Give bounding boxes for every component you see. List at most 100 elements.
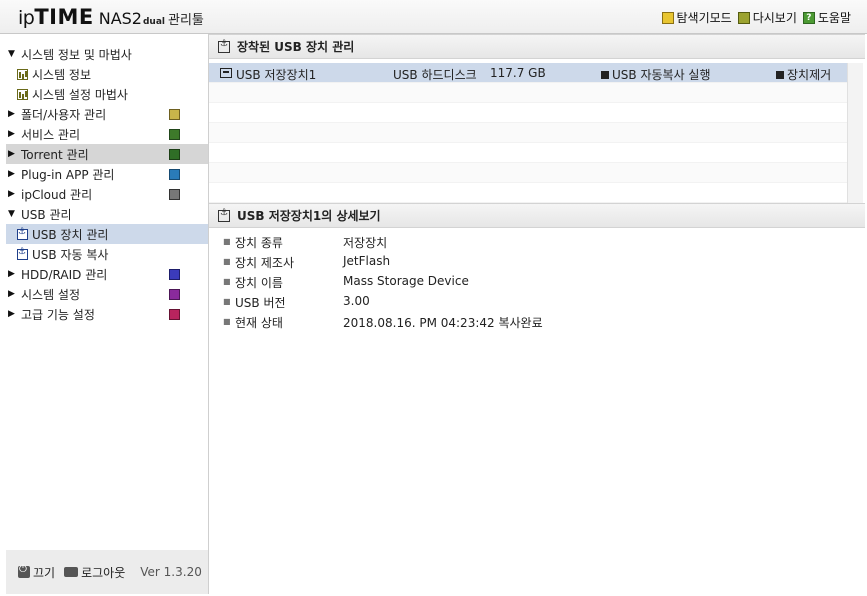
sidebar-item-service[interactable]: ▶ 서비스 관리 bbox=[6, 124, 208, 144]
sidebar-item-hdd-raid[interactable]: ▶ HDD/RAID 관리 bbox=[6, 264, 208, 284]
refresh-icon bbox=[737, 11, 750, 24]
remove-device-label: 장치제거 bbox=[787, 68, 832, 82]
collapsed-arrow-icon: ▶ bbox=[8, 149, 15, 159]
top-header: ip TIME NAS2 dual 관리툴 탐색기모드 다시보기 ? 도움말 bbox=[0, 0, 867, 34]
detail-row: ■ 현재 상태 2018.08.16. PM 04:23:42 복사완료 bbox=[223, 314, 543, 331]
service-icon bbox=[169, 128, 180, 140]
help-link[interactable]: ? 도움말 bbox=[802, 9, 851, 26]
sidebar-item-label: 시스템 설정 마법사 bbox=[32, 87, 128, 102]
sidebar-footer: 끄기 로그아웃 Ver 1.3.20 bbox=[6, 550, 208, 594]
collapsed-arrow-icon: ▶ bbox=[8, 309, 15, 319]
detail-value: 저장장치 bbox=[343, 236, 388, 250]
main-content: 장착된 USB 장치 관리 USB 저장장치1 USB 하드디스크 117.7 … bbox=[209, 34, 865, 594]
sidebar-item-usb-autocopy[interactable]: USB 자동 복사 bbox=[6, 244, 208, 264]
sidebar-item-folder-user[interactable]: ▶ 폴더/사용자 관리 bbox=[6, 104, 208, 124]
sidebar-item-setup-wizard[interactable]: 시스템 설정 마법사 bbox=[6, 84, 208, 104]
sidebar-item-system-info-wizard[interactable]: ▼ 시스템 정보 및 마법사 bbox=[6, 44, 208, 64]
empty-row bbox=[209, 143, 847, 163]
sidebar-item-system-info[interactable]: 시스템 정보 bbox=[6, 64, 208, 84]
detail-label: 장치 종류 bbox=[235, 236, 283, 250]
logout-label: 로그아웃 bbox=[81, 565, 126, 580]
detail-panel-title: USB 저장장치1의 상세보기 bbox=[209, 203, 865, 228]
detail-value: 2018.08.16. PM 04:23:42 복사완료 bbox=[343, 316, 543, 330]
usb-icon bbox=[17, 247, 28, 260]
sidebar-item-label: 서비스 관리 bbox=[21, 127, 81, 142]
sidebar-item-torrent[interactable]: ▶ Torrent 관리 bbox=[6, 144, 208, 164]
sidebar-item-ipcloud[interactable]: ▶ ipCloud 관리 bbox=[6, 184, 208, 204]
chart-icon bbox=[17, 88, 28, 100]
sidebar-item-label: Torrent 관리 bbox=[21, 147, 89, 162]
hdd-icon bbox=[169, 268, 180, 280]
sidebar-item-usb-device[interactable]: USB 장치 관리 bbox=[6, 224, 208, 244]
app-logo: ip TIME NAS2 dual 관리툴 bbox=[18, 5, 204, 29]
collapsed-arrow-icon: ▶ bbox=[8, 269, 15, 279]
empty-row bbox=[209, 183, 847, 203]
expanded-arrow-icon: ▼ bbox=[8, 209, 15, 219]
usb-icon bbox=[218, 39, 230, 53]
empty-row bbox=[209, 163, 847, 183]
detail-row: ■ 장치 이름 Mass Storage Device bbox=[223, 274, 469, 291]
detail-row: ■ USB 버전 3.00 bbox=[223, 294, 370, 311]
autocopy-run-label: USB 자동복사 실행 bbox=[612, 68, 711, 82]
sidebar-item-label: 폴더/사용자 관리 bbox=[21, 107, 107, 122]
autocopy-run-button[interactable]: USB 자동복사 실행 bbox=[601, 66, 711, 83]
bullet-icon: ■ bbox=[223, 237, 231, 246]
collapsed-arrow-icon: ▶ bbox=[8, 109, 15, 119]
refresh-link[interactable]: 다시보기 bbox=[737, 9, 797, 26]
expanded-arrow-icon: ▼ bbox=[8, 49, 15, 59]
detail-panel-title-text: USB 저장장치1의 상세보기 bbox=[237, 209, 381, 223]
device-type: USB 하드디스크 bbox=[393, 68, 477, 82]
sidebar-item-label: ipCloud 관리 bbox=[21, 187, 93, 202]
device-name: USB 저장장치1 bbox=[236, 68, 317, 82]
torrent-icon bbox=[169, 148, 180, 160]
sidebar-item-label: 시스템 정보 및 마법사 bbox=[21, 47, 132, 62]
detail-value: JetFlash bbox=[343, 254, 391, 268]
detail-row: ■ 장치 종류 저장장치 bbox=[223, 234, 387, 251]
device-list-scrollbar[interactable] bbox=[847, 63, 863, 203]
devices-panel-title: 장착된 USB 장치 관리 bbox=[209, 34, 865, 59]
power-icon bbox=[18, 564, 30, 578]
devices-panel-title-text: 장착된 USB 장치 관리 bbox=[237, 40, 355, 54]
detail-label: 장치 이름 bbox=[235, 276, 283, 290]
sidebar-item-label: 시스템 설정 bbox=[21, 287, 81, 302]
version-label: Ver 1.3.20 bbox=[140, 565, 202, 579]
sidebar-item-system-settings[interactable]: ▶ 시스템 설정 bbox=[6, 284, 208, 304]
explorer-mode-link[interactable]: 탐색기모드 bbox=[661, 9, 732, 26]
detail-label: 장치 제조사 bbox=[235, 256, 295, 270]
collapsed-arrow-icon: ▶ bbox=[8, 289, 15, 299]
sidebar-item-advanced[interactable]: ▶ 고급 기능 설정 bbox=[6, 304, 208, 324]
remove-device-button[interactable]: 장치제거 bbox=[776, 66, 831, 83]
collapsed-arrow-icon: ▶ bbox=[8, 129, 15, 139]
logo-tool-label: 관리툴 bbox=[168, 13, 204, 28]
bullet-icon: ■ bbox=[223, 297, 231, 306]
device-list: USB 저장장치1 USB 하드디스크 117.7 GB USB 자동복사 실행… bbox=[209, 63, 847, 203]
storage-device-icon bbox=[220, 68, 232, 78]
sidebar-item-plugin-app[interactable]: ▶ Plug-in APP 관리 bbox=[6, 164, 208, 184]
help-icon: ? bbox=[802, 11, 815, 24]
sidebar-item-label: 고급 기능 설정 bbox=[21, 307, 95, 322]
logo-ip: ip bbox=[18, 7, 35, 29]
help-label: 도움말 bbox=[817, 11, 851, 25]
power-off-button[interactable]: 끄기 bbox=[18, 564, 55, 581]
sidebar-item-label: USB 관리 bbox=[21, 207, 72, 222]
detail-label: USB 버전 bbox=[235, 296, 286, 310]
explorer-mode-icon bbox=[661, 11, 674, 24]
detail-label: 현재 상태 bbox=[235, 316, 283, 330]
sidebar-item-usb[interactable]: ▼ USB 관리 bbox=[6, 204, 208, 224]
device-size: 117.7 GB bbox=[490, 66, 546, 80]
detail-value: Mass Storage Device bbox=[343, 274, 469, 288]
logo-time: TIME bbox=[34, 5, 94, 29]
empty-row bbox=[209, 103, 847, 123]
collapsed-arrow-icon: ▶ bbox=[8, 189, 15, 199]
empty-row bbox=[209, 123, 847, 143]
header-links: 탐색기모드 다시보기 ? 도움말 bbox=[661, 9, 851, 26]
usb-icon bbox=[218, 208, 230, 222]
eject-icon bbox=[776, 70, 784, 79]
bullet-icon: ■ bbox=[223, 257, 231, 266]
logout-button[interactable]: 로그아웃 bbox=[64, 564, 125, 581]
sidebar-item-label: Plug-in APP 관리 bbox=[21, 167, 115, 182]
chart-icon bbox=[17, 68, 28, 80]
sidebar-item-label: USB 자동 복사 bbox=[32, 247, 109, 262]
bullet-icon: ■ bbox=[223, 277, 231, 286]
device-row[interactable]: USB 저장장치1 USB 하드디스크 117.7 GB USB 자동복사 실행… bbox=[209, 63, 847, 83]
